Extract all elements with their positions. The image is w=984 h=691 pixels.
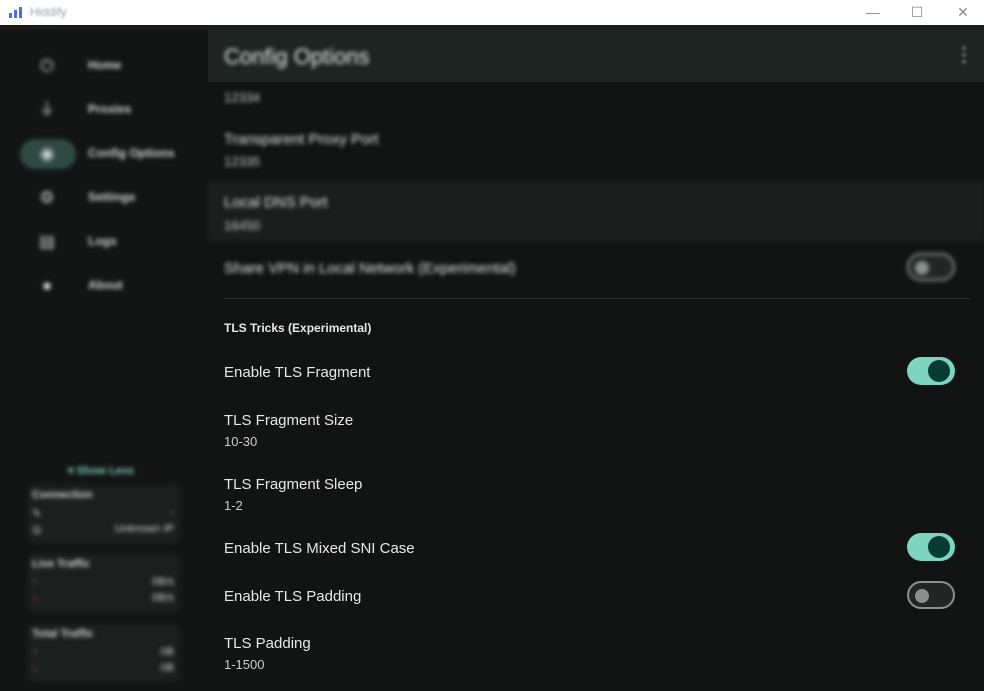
more-options-icon[interactable]: ⋮ xyxy=(954,42,974,67)
toggle-knob xyxy=(928,360,950,382)
arrow-down-icon: ↓ xyxy=(32,592,38,604)
live-download-row: ↓ 0B/s xyxy=(32,592,174,606)
transparent-proxy-port-label: Transparent Proxy Port xyxy=(224,131,379,148)
filter-icon: ⏚ xyxy=(38,100,56,119)
show-less-label: Show Less xyxy=(76,465,135,477)
sidebar-item-label: Proxies xyxy=(88,102,132,116)
tls-padding-row[interactable]: TLS Padding 1-1500 xyxy=(208,626,984,686)
arrow-up-icon: ↑ xyxy=(32,576,38,588)
minimize-button[interactable]: — xyxy=(850,0,896,25)
tls-mixed-sni-toggle[interactable] xyxy=(907,533,955,561)
info-icon: ● xyxy=(41,276,53,295)
tls-padding-label: TLS Padding xyxy=(224,635,311,652)
toggle-knob xyxy=(928,536,950,558)
tls-fragment-size-label: TLS Fragment Size xyxy=(224,412,354,429)
local-dns-port-label: Local DNS Port xyxy=(224,194,328,211)
tls-fragment-size-value: 10-30 xyxy=(224,434,258,449)
page-header: Config Options ⋮ xyxy=(208,30,984,82)
gear-icon: ⚙ xyxy=(39,188,55,207)
connection-route-row: ✎ - xyxy=(32,507,174,521)
tls-fragment-size-row[interactable]: TLS Fragment Size 10-30 xyxy=(208,402,984,462)
live-traffic-card: Live Traffic ↑ 0B/s ↓ 0B/s xyxy=(28,554,180,612)
route-icon: ✎ xyxy=(32,508,42,520)
section-divider xyxy=(224,298,970,299)
tls-fragment-label: Enable TLS Fragment xyxy=(224,364,371,381)
local-dns-port-row[interactable]: Local DNS Port 16450 xyxy=(208,180,984,242)
connection-ip-value: Unknown IP xyxy=(114,523,174,535)
sidebar: ⏻ Home ⏚ Proxies ◉ Config Options ⚙ Sett… xyxy=(0,30,208,691)
tls-mixed-sni-label: Enable TLS Mixed SNI Case xyxy=(224,540,415,557)
connection-route-value: - xyxy=(170,507,174,519)
total-traffic-title: Total Traffic xyxy=(32,628,94,640)
tls-fragment-toggle[interactable] xyxy=(907,357,955,385)
document-icon: ▤ xyxy=(38,232,56,251)
share-vpn-toggle[interactable] xyxy=(907,253,955,281)
live-download-value: 0B/s xyxy=(151,592,174,604)
transparent-proxy-port-value: 12335 xyxy=(224,154,261,169)
window-title: Hiddify xyxy=(30,5,67,19)
sidebar-item-home[interactable]: ⏻ Home xyxy=(20,51,190,81)
close-button[interactable]: ✕ xyxy=(940,0,984,25)
show-less-button[interactable]: ▾ Show Less xyxy=(68,464,134,477)
live-upload-row: ↑ 0B/s xyxy=(32,576,174,590)
total-upload-value: 0B xyxy=(160,646,174,658)
total-download-value: 0B xyxy=(160,662,174,674)
toggle-knob xyxy=(915,589,929,603)
toggle-knob xyxy=(915,261,929,275)
ip-icon: ◎ xyxy=(32,524,42,536)
sidebar-item-label: Settings xyxy=(88,190,136,204)
sidebar-item-logs[interactable]: ▤ Logs xyxy=(20,227,190,257)
window-title-bar: Hiddify — ☐ ✕ xyxy=(0,0,984,25)
share-vpn-row[interactable]: Share VPN in Local Network (Experimental… xyxy=(208,242,984,296)
live-upload-value: 0B/s xyxy=(151,576,174,588)
tls-fragment-row[interactable]: Enable TLS Fragment xyxy=(208,348,984,396)
sidebar-item-label: Config Options xyxy=(88,146,175,160)
connection-title: Connection xyxy=(32,489,93,501)
sidebar-item-settings[interactable]: ⚙ Settings xyxy=(20,183,190,213)
sidebar-item-config-options[interactable]: ◉ Config Options xyxy=(20,139,190,169)
sidebar-item-about[interactable]: ● About xyxy=(20,271,190,301)
live-traffic-title: Live Traffic xyxy=(32,558,91,570)
tls-fragment-sleep-row[interactable]: TLS Fragment Sleep 1-2 xyxy=(208,466,984,526)
proxy-port-value: 12334 xyxy=(224,90,261,105)
total-upload-row: ↑ 0B xyxy=(32,646,174,660)
total-traffic-card: Total Traffic ↑ 0B ↓ 0B xyxy=(28,624,180,682)
power-icon: ⏻ xyxy=(40,56,54,75)
tls-padding-value: 1-1500 xyxy=(224,657,265,672)
share-vpn-label: Share VPN in Local Network (Experimental… xyxy=(224,260,516,277)
page-title: Config Options xyxy=(224,44,370,69)
tls-mixed-sni-row[interactable]: Enable TLS Mixed SNI Case xyxy=(208,530,984,566)
arrow-up-icon: ↑ xyxy=(32,646,38,658)
connection-card: Connection ✎ - ◎ Unknown IP xyxy=(28,485,180,543)
connection-ip-row: ◎ Unknown IP xyxy=(32,523,174,537)
transparent-proxy-port-row[interactable]: Transparent Proxy Port 12335 xyxy=(208,118,984,180)
tls-padding-toggle[interactable] xyxy=(907,581,955,609)
tls-padding-enable-row[interactable]: Enable TLS Padding xyxy=(208,578,984,614)
tls-fragment-sleep-label: TLS Fragment Sleep xyxy=(224,476,363,493)
arrow-down-icon: ↓ xyxy=(32,662,38,674)
maximize-button[interactable]: ☐ xyxy=(894,0,940,25)
app-logo-icon xyxy=(9,7,22,18)
sidebar-item-proxies[interactable]: ⏚ Proxies xyxy=(20,95,190,125)
sidebar-item-label: Home xyxy=(88,58,122,72)
proxy-port-row[interactable]: 12334 xyxy=(208,82,984,118)
tls-section-title: TLS Tricks (Experimental) xyxy=(224,321,372,335)
sidebar-item-label: About xyxy=(88,278,123,292)
local-dns-port-value: 16450 xyxy=(224,218,261,233)
tls-fragment-sleep-value: 1-2 xyxy=(224,498,243,513)
sidebar-item-label: Logs xyxy=(88,234,117,248)
total-download-row: ↓ 0B xyxy=(32,662,174,676)
config-options-icon: ◉ xyxy=(39,144,55,163)
tls-padding-enable-label: Enable TLS Padding xyxy=(224,588,362,605)
